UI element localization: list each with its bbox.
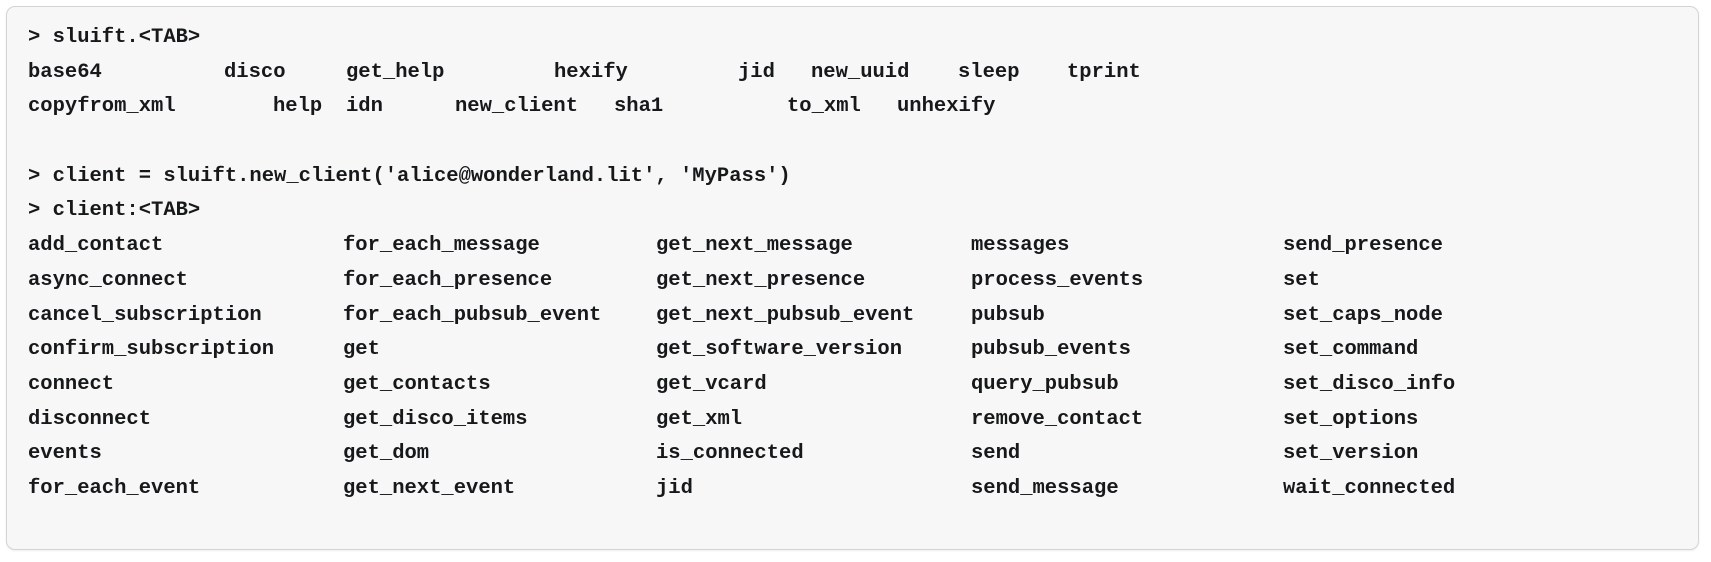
terminal-window[interactable]: > sluift.<TAB> base64 disco get_help hexify… [6,6,1699,550]
module-completion-item: sleep [958,60,1020,84]
client-method-item: get [343,338,380,362]
client-method-item: get_next_pubsub_event [656,303,915,327]
client-method-item: get_vcard [656,372,767,396]
module-completion-item: tprint [1067,60,1141,84]
client-method-item: remove_contact [971,407,1144,431]
client-method-item: wait_connected [1283,476,1456,500]
client-method-item: cancel_subscription [28,303,262,327]
client-method-item: get_disco_items [343,407,528,431]
client-method-item: send_presence [1283,234,1443,258]
client-method-item: for_each_pubsub_event [343,303,602,327]
client-method-item: send_message [971,476,1119,500]
terminal-output[interactable]: > sluift.<TAB> base64 disco get_help hexify… [7,7,1698,517]
module-completion-item: sha1 [614,95,664,119]
command-line-sluift-tab: > sluift.<TAB> [28,26,201,49]
module-completion-item: jid [738,60,775,84]
client-method-item: messages [971,234,1070,258]
client-method-item: pubsub [971,303,1045,327]
client-method-item: async_connect [28,268,188,292]
client-method-item: add_contact [28,234,164,258]
client-method-item: disconnect [28,407,152,431]
client-method-item: get_software_version [656,338,903,362]
client-method-item: connect [28,372,115,396]
client-method-item: pubsub_events [971,338,1131,362]
client-method-item: set_version [1283,442,1419,466]
client-method-item: get_next_event [343,476,516,500]
client-method-item: confirm_subscription [28,338,275,362]
client-method-item: for_each_message [343,234,540,258]
module-completion-item: new_client [455,95,579,119]
client-method-item: get_dom [343,442,430,466]
module-completion-row-1: base64 disco get_help hexify jid new_uuid slee… [28,56,1698,91]
client-method-item: query_pubsub [971,372,1119,396]
module-completion-item: idn [346,95,383,119]
command-line-new-client: > client = sluift.new_client('alice@wond… [28,164,791,188]
client-method-item: set_caps_node [1283,303,1443,327]
client-method-item: process_events [971,268,1144,292]
client-method-item: jid [656,476,693,500]
module-completion-item: to_xml [787,95,861,119]
client-method-item: get_contacts [343,372,491,396]
client-method-item: set_disco_info [1283,372,1456,396]
client-method-item: get_xml [656,407,743,431]
module-completion-item: copyfrom_xml [28,95,176,119]
module-completion-item: disco [224,60,286,84]
module-completion-item: hexify [554,60,628,84]
module-completion-item: unhexify [897,95,996,119]
module-completion-row-2: copyfrom_xml help idn new_client sha1 to_xml u… [28,90,1698,125]
client-method-item: events [28,442,102,466]
client-method-item: set_options [1283,407,1419,431]
client-method-item: for_each_event [28,476,201,500]
module-completion-item: get_help [346,60,445,84]
client-method-item: set [1283,268,1320,292]
client-method-item: set_command [1283,338,1419,362]
module-completion-item: new_uuid [811,60,910,84]
client-method-item: get_next_message [656,234,853,258]
module-completion-item: help [273,95,323,119]
client-method-item: get_next_presence [656,268,866,292]
client-method-item: for_each_presence [343,268,553,292]
module-completion-item: base64 [28,60,102,84]
command-line-client-tab: > client:<TAB> [28,199,201,223]
client-method-completion-grid: add_contact for_each_message get_next_mess… [28,229,1698,507]
client-method-item: is_connected [656,442,804,466]
client-method-item: send [971,442,1021,466]
